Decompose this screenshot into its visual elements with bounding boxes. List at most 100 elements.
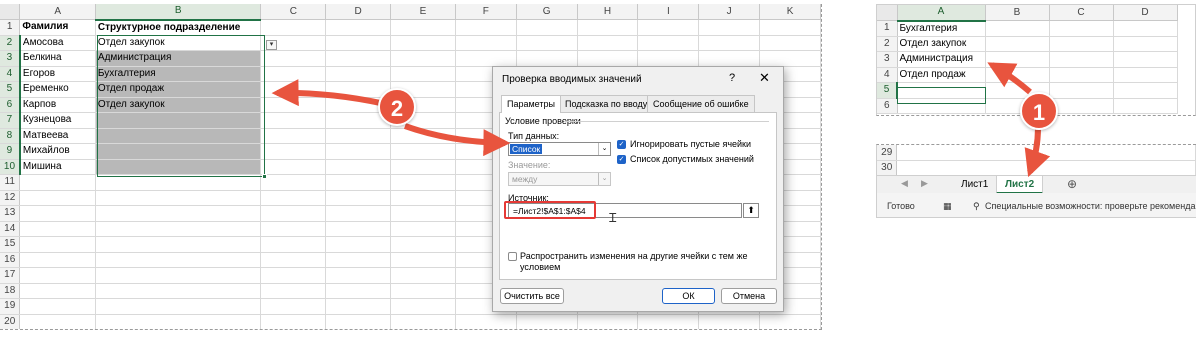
cell-b[interactable]: [95, 221, 262, 237]
cell[interactable]: [390, 128, 456, 144]
cell[interactable]: [637, 314, 700, 329]
cell[interactable]: [325, 221, 392, 237]
cell[interactable]: [577, 19, 639, 36]
row-header[interactable]: 15: [0, 236, 21, 253]
cell-a[interactable]: Администрация: [897, 51, 986, 68]
column-header[interactable]: D: [325, 4, 392, 20]
cell[interactable]: [325, 174, 392, 191]
column-header[interactable]: D: [1113, 5, 1178, 21]
cell[interactable]: [390, 221, 456, 237]
cell[interactable]: [325, 143, 392, 160]
row-header[interactable]: 9: [0, 143, 21, 160]
row-header[interactable]: 11: [0, 174, 21, 191]
prev-sheet-icon[interactable]: ◀: [901, 178, 908, 189]
cell[interactable]: [1113, 67, 1178, 83]
cell-a[interactable]: Фамилия: [19, 19, 96, 36]
cell[interactable]: [985, 51, 1050, 68]
cell[interactable]: [260, 314, 327, 329]
cell[interactable]: [260, 81, 327, 98]
cell[interactable]: [577, 35, 639, 51]
cell[interactable]: [759, 50, 821, 67]
cell-a[interactable]: [897, 98, 986, 114]
cell[interactable]: [1049, 82, 1114, 99]
row-header[interactable]: 5: [877, 82, 898, 99]
cell[interactable]: [325, 66, 392, 82]
cell[interactable]: [260, 190, 327, 206]
cell[interactable]: [759, 35, 821, 51]
cell[interactable]: [325, 314, 392, 329]
column-header[interactable]: B: [95, 4, 262, 21]
row-header[interactable]: 6: [877, 98, 898, 114]
cell-b[interactable]: [95, 205, 262, 222]
clear-all-button[interactable]: Очистить все: [500, 288, 564, 304]
cell[interactable]: [1113, 98, 1178, 114]
cell-a[interactable]: Мишина: [19, 159, 96, 175]
cell[interactable]: [325, 205, 392, 222]
cell[interactable]: [260, 97, 327, 113]
row-header[interactable]: 4: [0, 66, 21, 82]
cell-a[interactable]: Егоров: [19, 66, 96, 82]
column-header[interactable]: G: [516, 4, 578, 20]
cell[interactable]: [698, 35, 761, 51]
cell-a[interactable]: [19, 283, 96, 299]
cell-a[interactable]: [19, 298, 96, 315]
tab-error-alert[interactable]: Сообщение об ошибке: [647, 95, 755, 112]
cell[interactable]: [260, 267, 327, 284]
cell-b[interactable]: [95, 174, 262, 191]
column-header[interactable]: C: [1049, 5, 1114, 21]
cell[interactable]: [455, 50, 517, 67]
cell[interactable]: [390, 19, 456, 36]
tab-settings[interactable]: Параметры: [501, 95, 561, 113]
cell-b[interactable]: Структурное подразделение: [95, 19, 262, 36]
row-header[interactable]: 30: [877, 160, 898, 177]
cell[interactable]: [1113, 20, 1178, 37]
cell-a[interactable]: Карпов: [19, 97, 96, 113]
cell[interactable]: [1049, 36, 1114, 52]
cell[interactable]: [260, 143, 327, 160]
cell-a[interactable]: [19, 236, 96, 253]
cell-a[interactable]: [19, 205, 96, 222]
cell[interactable]: [390, 159, 456, 175]
data-select[interactable]: между ⌄: [508, 172, 611, 186]
cell-a[interactable]: Отдел продаж: [897, 67, 986, 83]
cell-b[interactable]: [95, 283, 262, 299]
cell-a[interactable]: [897, 82, 986, 99]
row-header[interactable]: 4: [877, 67, 898, 83]
row-header[interactable]: 1: [877, 20, 898, 37]
cell-a[interactable]: [19, 221, 96, 237]
row-header[interactable]: 2: [0, 35, 21, 51]
cell[interactable]: [325, 19, 392, 36]
cell[interactable]: [260, 50, 327, 67]
cell[interactable]: [759, 19, 821, 36]
column-header[interactable]: E: [390, 4, 456, 20]
column-header[interactable]: J: [698, 4, 761, 20]
select-all-corner[interactable]: [0, 4, 21, 20]
cell[interactable]: [1113, 82, 1178, 99]
cell-b[interactable]: [95, 314, 262, 329]
cell-b[interactable]: Отдел закупок: [95, 97, 262, 113]
cell[interactable]: [516, 35, 578, 51]
cell[interactable]: [325, 128, 392, 144]
cell[interactable]: [390, 143, 456, 160]
cell[interactable]: [516, 19, 578, 36]
row-header[interactable]: 13: [0, 205, 21, 222]
next-sheet-icon[interactable]: ▶: [921, 178, 928, 189]
in-cell-dropdown-checkbox[interactable]: ✓: [617, 155, 626, 164]
column-header[interactable]: K: [759, 4, 821, 20]
cell[interactable]: [698, 19, 761, 36]
tab-sheet2[interactable]: Лист2: [996, 176, 1044, 194]
help-icon[interactable]: ?: [729, 72, 735, 84]
cell[interactable]: [896, 160, 1196, 177]
cell-a[interactable]: Отдел закупок: [897, 36, 986, 52]
cell[interactable]: [260, 252, 327, 268]
row-header[interactable]: 7: [0, 112, 21, 129]
cell[interactable]: [577, 50, 639, 67]
cell-a[interactable]: [19, 314, 96, 329]
cell[interactable]: [390, 236, 456, 253]
cell[interactable]: [516, 314, 578, 329]
cell[interactable]: [260, 112, 327, 129]
cell[interactable]: [260, 19, 327, 36]
cell[interactable]: [985, 20, 1050, 37]
cell[interactable]: [390, 267, 456, 284]
cell-b[interactable]: [95, 112, 262, 129]
